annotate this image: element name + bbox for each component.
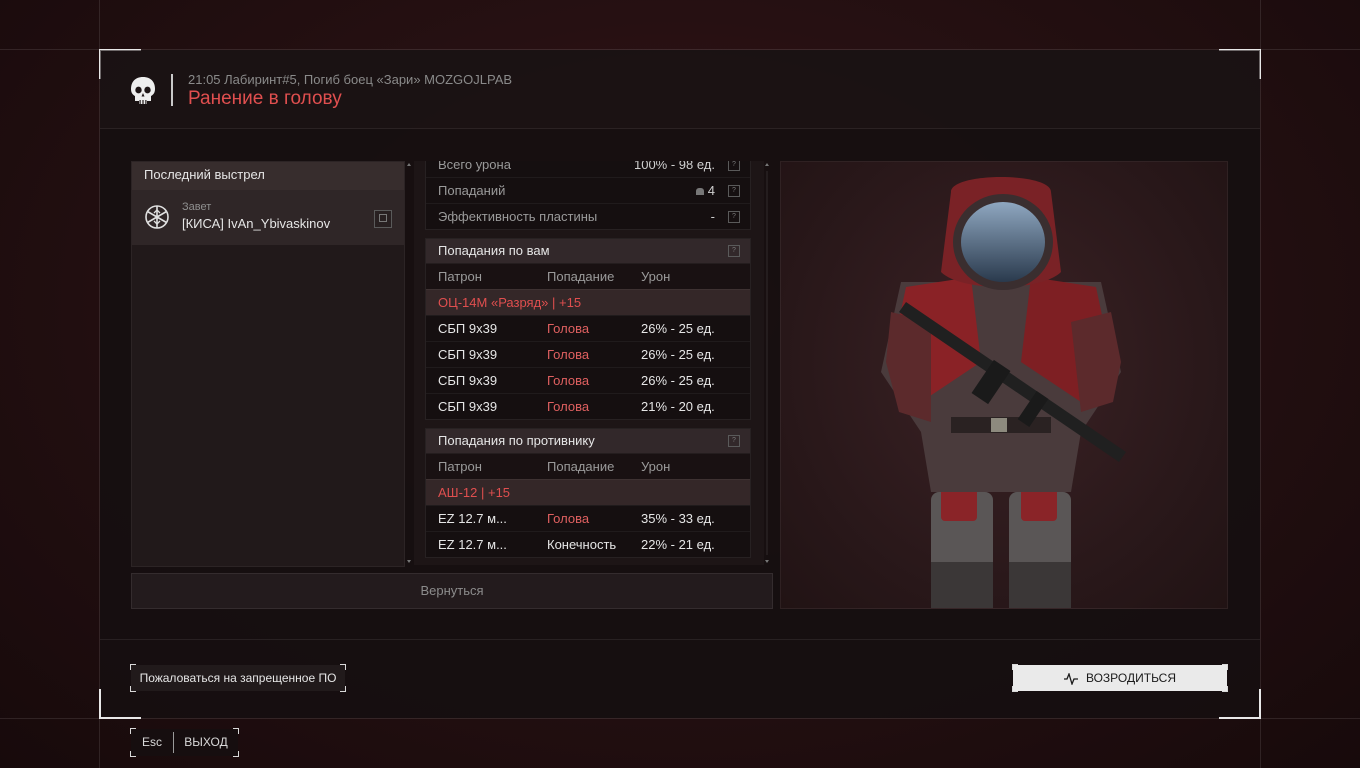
stat-plate-efficiency: Эффективность пластины - ? <box>426 203 750 229</box>
damage-cell: 26% - 25 ед. <box>641 347 715 362</box>
weapon-name: АШ-12 | +15 <box>438 485 511 500</box>
help-icon[interactable]: ? <box>728 211 740 223</box>
details-scrollbar[interactable] <box>763 161 771 565</box>
weapon-row: ОЦ-14М «Разряд» | +15 <box>426 289 750 315</box>
weapon-name: ОЦ-14М «Разряд» | +15 <box>438 295 582 310</box>
exit-button[interactable]: Esc ВЫХОД <box>130 728 239 757</box>
copy-icon[interactable] <box>374 210 392 228</box>
esc-key-hint: Esc <box>141 735 162 749</box>
damage-cell: 26% - 25 ед. <box>641 373 715 388</box>
stats-section: Всего урона 100% - 98 ед. ? Попаданий 4 … <box>425 161 751 230</box>
table-row: EZ 12.7 м... Голова 35% - 33 ед. <box>426 505 750 531</box>
help-icon[interactable]: ? <box>728 185 740 197</box>
column-damage: Урон <box>641 269 671 284</box>
stat-label: Попаданий <box>438 183 506 198</box>
hit-cell: Голова <box>547 373 590 388</box>
hits-on-enemy-section: Попадания по противнику ? Патрон Попадан… <box>425 428 751 558</box>
report-cheat-button[interactable]: Пожаловаться на запрещенное ПО <box>130 664 346 692</box>
pulse-icon <box>1063 672 1078 685</box>
soldier-model <box>881 177 1126 608</box>
damage-cell: 35% - 33 ед. <box>641 511 715 526</box>
table-row: СБП 9x39 Голова 21% - 20 ед. <box>426 393 750 419</box>
help-icon[interactable]: ? <box>728 161 740 171</box>
ammo-cell: СБП 9x39 <box>438 399 498 414</box>
ammo-cell: EZ 12.7 м... <box>438 511 507 526</box>
help-icon[interactable]: ? <box>728 245 740 257</box>
table-header: Патрон Попадание Урон <box>426 263 750 289</box>
clan-emblem-icon <box>145 205 169 229</box>
table-row: СБП 9x39 Голова 26% - 25 ед. <box>426 315 750 341</box>
stat-hits: Попаданий 4 ? <box>426 177 750 203</box>
stat-value: 4 <box>707 183 715 198</box>
footer-separator <box>100 639 1260 640</box>
help-icon[interactable]: ? <box>728 435 740 447</box>
hit-cell: Голова <box>547 399 590 414</box>
hit-cell: Голова <box>547 511 590 526</box>
column-ammo: Патрон <box>438 459 482 474</box>
respawn-label: ВОЗРОДИТЬСЯ <box>1085 671 1177 685</box>
killer-entry[interactable]: Завет [КИСА] IvAn_Ybivaskinov <box>132 190 404 245</box>
column-hit: Попадание <box>547 269 615 284</box>
stat-label: Эффективность пластины <box>438 209 598 224</box>
table-row: EZ 12.7 м... Конечность 22% - 21 ед. <box>426 531 750 557</box>
killer-clan: Завет <box>182 201 212 213</box>
damage-cell: 22% - 21 ед. <box>641 537 715 552</box>
ammo-cell: СБП 9x39 <box>438 321 498 336</box>
damage-cell: 26% - 25 ед. <box>641 321 715 336</box>
hits-on-you-section: Попадания по вам ? Патрон Попадание Урон… <box>425 238 751 420</box>
stat-value: - <box>710 209 715 224</box>
header-separator <box>171 74 173 106</box>
section-title: Попадания по вам <box>438 243 550 258</box>
column-ammo: Патрон <box>438 269 482 284</box>
hit-cell: Конечность <box>547 537 617 552</box>
table-row: СБП 9x39 Голова 26% - 25 ед. <box>426 341 750 367</box>
report-label: Пожаловаться на запрещенное ПО <box>139 671 337 685</box>
back-button[interactable]: Вернуться <box>131 573 773 609</box>
death-cause-title: Ранение в голову <box>188 88 342 109</box>
stat-value: 100% - 98 ед. <box>633 161 715 172</box>
person-icon <box>695 188 704 196</box>
table-header: Патрон Попадание Урон <box>426 453 750 479</box>
column-hit: Попадание <box>547 459 615 474</box>
damage-details: Всего урона 100% - 98 ед. ? Попаданий 4 … <box>414 161 764 565</box>
death-report-panel: 21:05 Лабиринт#5, Погиб боец «Зари» MOZG… <box>99 49 1261 719</box>
ammo-cell: СБП 9x39 <box>438 373 498 388</box>
hit-cell: Голова <box>547 321 590 336</box>
character-model-view <box>780 161 1228 609</box>
killer-name: [КИСА] IvAn_Ybivaskinov <box>182 216 331 231</box>
damage-cell: 21% - 20 ед. <box>641 399 715 414</box>
stat-total-damage: Всего урона 100% - 98 ед. ? <box>426 161 750 177</box>
death-header: 21:05 Лабиринт#5, Погиб боец «Зари» MOZG… <box>100 50 1260 129</box>
ammo-cell: СБП 9x39 <box>438 347 498 362</box>
stat-label: Всего урона <box>438 161 511 172</box>
section-title: Попадания по противнику <box>438 433 595 448</box>
weapon-row: АШ-12 | +15 <box>426 479 750 505</box>
death-info: 21:05 Лабиринт#5, Погиб боец «Зари» MOZG… <box>188 72 513 87</box>
respawn-button[interactable]: ВОЗРОДИТЬСЯ <box>1012 664 1228 692</box>
column-damage: Урон <box>641 459 671 474</box>
exit-label: ВЫХОД <box>184 735 228 749</box>
last-shot-heading: Последний выстрел <box>132 162 404 190</box>
hit-cell: Голова <box>547 347 590 362</box>
ammo-cell: EZ 12.7 м... <box>438 537 507 552</box>
skull-icon <box>131 77 155 104</box>
last-shot-panel: Последний выстрел Завет [КИСА] IvAn_Ybiv… <box>131 161 405 567</box>
left-scrollbar[interactable] <box>405 161 413 565</box>
table-row: СБП 9x39 Голова 26% - 25 ед. <box>426 367 750 393</box>
